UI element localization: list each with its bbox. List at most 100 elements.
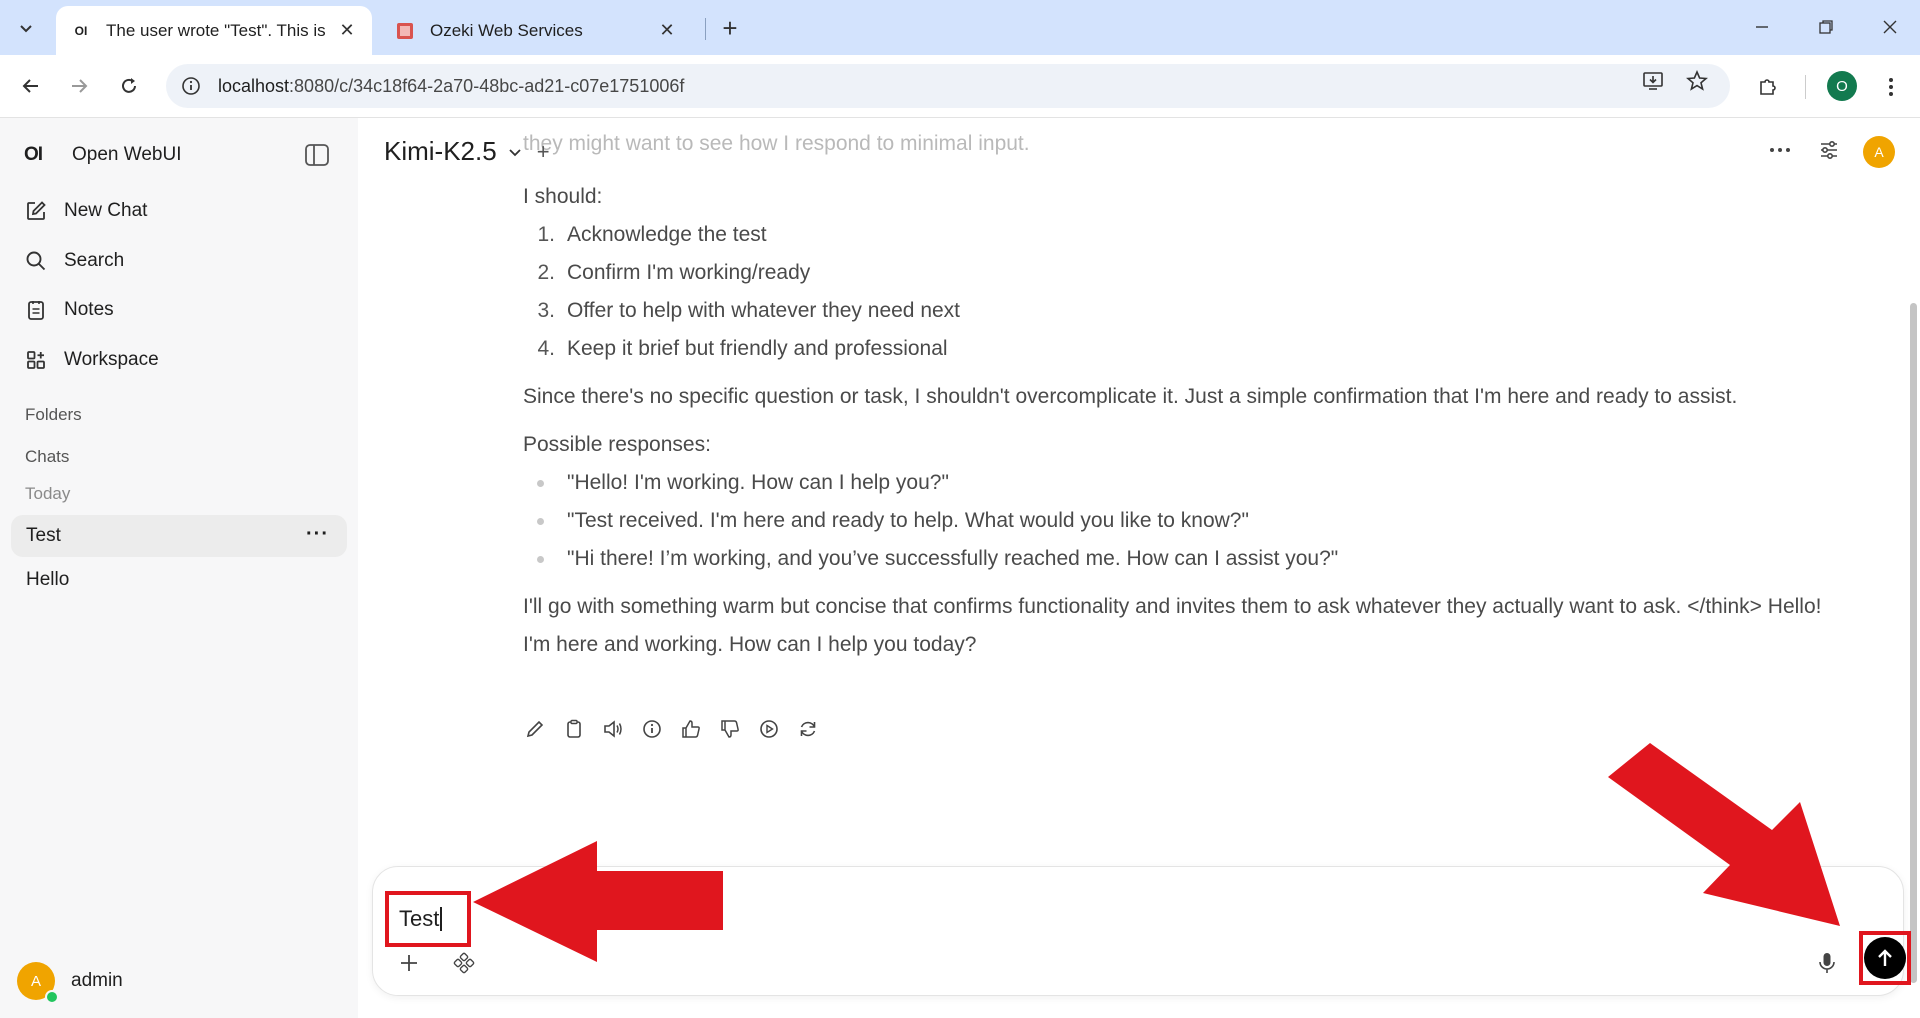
user-menu[interactable]: A admin [17, 962, 123, 1004]
message-intro: I should: [523, 185, 603, 208]
chevron-down-icon [509, 148, 521, 156]
dictate-button[interactable] [1811, 947, 1843, 979]
sidebar-item-notes[interactable]: Notes [24, 295, 114, 325]
site-info-icon[interactable] [178, 73, 204, 99]
sidebar-item-search[interactable]: Search [24, 246, 124, 276]
arrow-left-icon [22, 79, 38, 93]
play-circle-icon [760, 720, 778, 738]
message-actions [520, 714, 832, 744]
online-status-dot [45, 990, 59, 1004]
sidebar-item-label: Workspace [64, 349, 159, 370]
list-item: 1. Acknowledge the test [537, 223, 767, 246]
ozeki-favicon [394, 20, 416, 42]
info-icon [643, 720, 661, 738]
continue-response-button[interactable] [754, 714, 784, 744]
user-avatar: A [17, 962, 59, 1004]
toggle-sidebar-button[interactable] [304, 142, 330, 168]
pencil-icon [526, 720, 544, 738]
open-webui-favicon: OI [74, 23, 88, 38]
attach-button[interactable] [393, 947, 425, 979]
speaker-icon [604, 720, 622, 738]
browser-toolbar: localhost:8080/c/34c18f64-2a70-48bc-ad21… [0, 55, 1920, 118]
sidebar: OI Open WebUI New Chat Search Notes Work… [0, 118, 358, 1018]
chat-menu-button[interactable] [1764, 134, 1796, 166]
forward-button[interactable] [62, 69, 96, 103]
list-item: 4. Keep it brief but friendly and profess… [537, 337, 948, 360]
text-caret [440, 907, 443, 931]
integrations-button[interactable] [448, 947, 480, 979]
close-window-button[interactable] [1870, 10, 1910, 44]
send-button-highlight [1859, 931, 1911, 985]
list-item: 2. Confirm I'm working/ready [537, 261, 811, 284]
address-bar[interactable]: localhost:8080/c/34c18f64-2a70-48bc-ad21… [166, 64, 1730, 108]
good-response-button[interactable] [676, 714, 706, 744]
plus-icon [401, 955, 417, 971]
chat-scrollbar[interactable] [1910, 303, 1917, 983]
send-button[interactable] [1864, 937, 1906, 979]
url-text: localhost:8080/c/34c18f64-2a70-48bc-ad21… [218, 76, 684, 97]
list-item: 3. Offer to help with whatever they need … [537, 299, 961, 322]
user-name: admin [71, 970, 123, 991]
browser-tab-strip: OI The user wrote "Test". This is ✕ Ozek… [0, 0, 1920, 55]
chat-title: Test [26, 525, 61, 546]
chat-list-item-test[interactable]: Test ··· [11, 515, 347, 557]
model-name: Kimi-K2.5 [384, 136, 497, 166]
sidebar-item-new-chat[interactable]: New Chat [24, 196, 147, 226]
header-user-avatar[interactable]: A [1863, 136, 1895, 168]
chevron-down-icon [20, 25, 32, 33]
more-horizontal-icon [1770, 148, 1790, 152]
install-app-button[interactable] [1636, 64, 1670, 98]
chats-section-label[interactable]: Chats [25, 447, 69, 467]
chat-main: they might want to see how I respond to … [358, 118, 1920, 1018]
model-selector[interactable]: Kimi-K2.5 + [384, 136, 550, 167]
extensions-button[interactable] [1751, 70, 1785, 104]
message-faded-line: they might want to see how I respond to … [523, 132, 1030, 155]
tab-open-webui[interactable]: OI The user wrote "Test". This is ✕ [56, 6, 372, 55]
bad-response-button[interactable] [715, 714, 745, 744]
arrow-right-icon [72, 79, 88, 93]
restore-button[interactable] [1806, 10, 1846, 44]
tab-ozeki[interactable]: Ozeki Web Services ✕ [380, 6, 692, 55]
tab-title: Ozeki Web Services [430, 20, 583, 40]
tab-title: The user wrote "Test". This is [106, 20, 326, 40]
message-responses-label: Possible responses: [523, 433, 711, 456]
arrow-up-icon [1878, 949, 1892, 966]
brand[interactable]: OI Open WebUI [24, 144, 181, 166]
sidebar-item-label: Search [64, 250, 125, 271]
integrations-icon [453, 952, 475, 974]
list-item: "Test received. I'm here and ready to he… [523, 502, 1853, 540]
browser-profile-avatar[interactable]: O [1827, 71, 1857, 101]
chat-options-icon[interactable]: ··· [306, 523, 329, 546]
close-tab-icon[interactable]: ✕ [656, 20, 678, 42]
url-path: :8080/c/34c18f64-2a70-48bc-ad21-c07e1751… [289, 75, 685, 96]
generation-info-button[interactable] [637, 714, 667, 744]
close-icon [1883, 20, 1897, 34]
edit-message-button[interactable] [520, 714, 550, 744]
minimize-icon [1756, 26, 1768, 28]
sidebar-toggle-icon [305, 144, 329, 166]
message-input[interactable]: Test [385, 891, 471, 947]
browser-menu-button[interactable] [1874, 70, 1908, 104]
chat-list-item-hello[interactable]: Hello [11, 559, 347, 601]
reload-button[interactable] [112, 69, 146, 103]
bookmark-button[interactable] [1680, 64, 1714, 98]
message-input-value: Test [399, 906, 440, 931]
star-icon [1686, 70, 1708, 91]
chat-controls-button[interactable] [1813, 134, 1845, 166]
sidebar-item-workspace[interactable]: Workspace [24, 345, 159, 375]
folders-section-label[interactable]: Folders [25, 405, 82, 425]
back-button[interactable] [14, 69, 48, 103]
sidebar-item-label: New Chat [64, 200, 148, 221]
add-model-icon[interactable]: + [537, 139, 550, 165]
close-tab-icon[interactable]: ✕ [336, 20, 358, 42]
minimize-button[interactable] [1742, 10, 1782, 44]
puzzle-icon [1760, 79, 1776, 95]
tab-search-button[interactable] [10, 12, 42, 44]
copy-button[interactable] [559, 714, 589, 744]
workspace-icon [24, 348, 48, 372]
new-tab-button[interactable]: + [714, 12, 746, 44]
regenerate-button[interactable] [793, 714, 823, 744]
avatar-initial: A [30, 972, 41, 990]
read-aloud-button[interactable] [598, 714, 628, 744]
list-item: "Hi there! I’m working, and you’ve succe… [523, 540, 1853, 578]
